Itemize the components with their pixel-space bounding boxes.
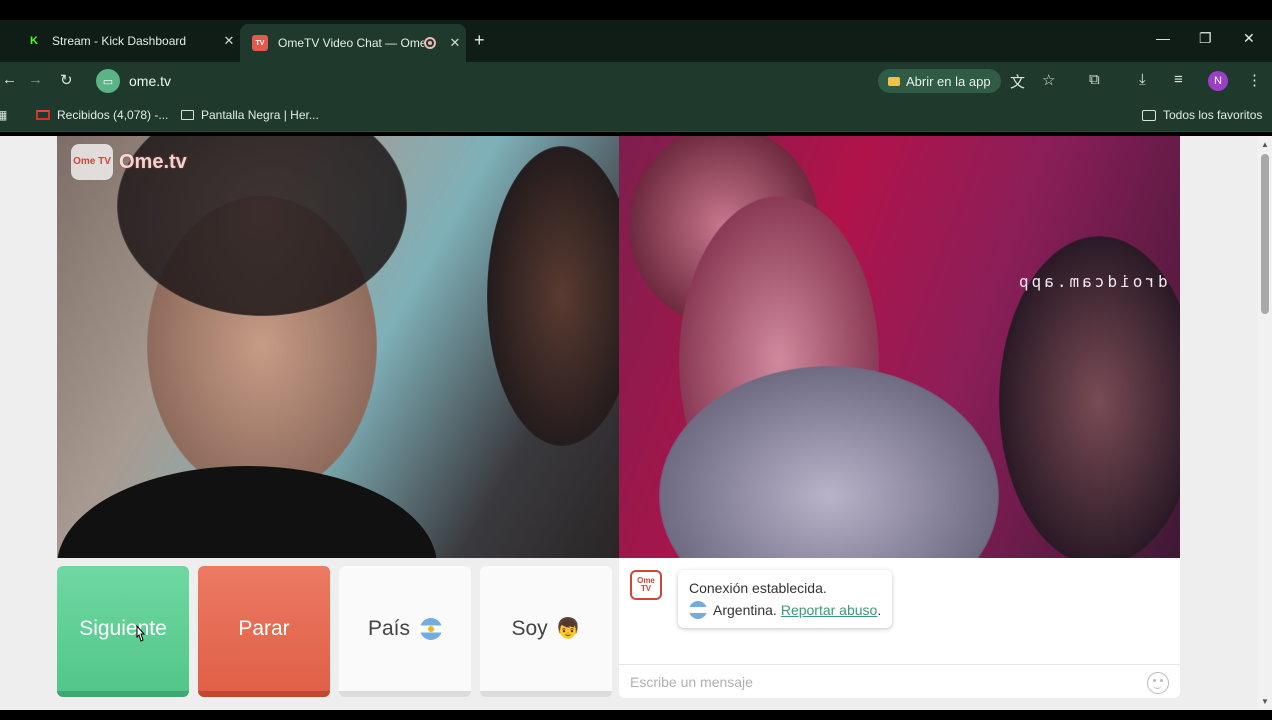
- argentina-flag-icon: [689, 601, 707, 619]
- message-input-row: [619, 664, 1180, 698]
- all-bookmarks-label: Todos los favoritos: [1163, 108, 1263, 122]
- stop-button[interactable]: Parar: [198, 566, 330, 697]
- stop-button-label: Parar: [238, 616, 290, 640]
- tab-ometv[interactable]: TV OmeTV Video Chat — Ome ✕: [240, 24, 466, 62]
- gmail-icon: [36, 110, 50, 120]
- back-arrow-icon[interactable]: ←: [2, 71, 17, 88]
- scroll-down-icon[interactable]: ▼: [1261, 697, 1269, 706]
- mouse-pointer-icon: [136, 625, 146, 642]
- emoji-icon[interactable]: [1147, 672, 1169, 694]
- second-person-shape: [487, 146, 619, 446]
- bookmarks-bar: ▦ Recibidos (4,078) -... Pantalla Negra …: [0, 100, 1272, 132]
- scroll-thumb[interactable]: [1261, 154, 1269, 314]
- partner-country-text: Argentina.: [713, 602, 777, 618]
- restore-icon[interactable]: ❐: [1199, 30, 1212, 47]
- window-close-icon[interactable]: ✕: [1243, 30, 1255, 47]
- chat-panel: Ome TV Conexión establecida. Argentina. …: [619, 558, 1180, 698]
- browser-title-bar: K Stream - Kick Dashboard ✕ TV OmeTV Vid…: [0, 0, 1272, 62]
- remote-video: droidcam.app: [619, 136, 1180, 558]
- close-icon[interactable]: ✕: [218, 33, 240, 49]
- site-info-icon[interactable]: ▭: [96, 69, 120, 93]
- folder-icon: [1142, 109, 1156, 121]
- message-input[interactable]: [630, 673, 1130, 690]
- open-in-app-label: Abrir en la app: [906, 73, 991, 89]
- dark-foreground-shape: [57, 466, 437, 558]
- bookmark-label: Pantalla Negra | Her...: [201, 108, 319, 122]
- tab-title: OmeTV Video Chat — Ome: [278, 36, 424, 50]
- report-suffix: .: [877, 602, 882, 618]
- ometv-chat-logo-icon: Ome TV: [630, 570, 662, 600]
- connection-status-text: Conexión establecida.: [689, 580, 827, 596]
- screen-top-strip: [0, 0, 1272, 20]
- country-button-label: País: [367, 616, 411, 640]
- forward-arrow-icon[interactable]: →: [28, 71, 43, 88]
- new-tab-plus-icon[interactable]: +: [474, 30, 485, 51]
- next-button[interactable]: Siguiente: [57, 566, 189, 697]
- close-icon[interactable]: ✕: [444, 35, 466, 51]
- tab-title: Stream - Kick Dashboard: [52, 34, 187, 48]
- country-button[interactable]: País: [339, 566, 471, 697]
- next-button-label: Siguiente: [79, 616, 167, 640]
- all-bookmarks-button[interactable]: Todos los favoritos: [1142, 108, 1262, 122]
- reload-icon[interactable]: ↻: [60, 71, 73, 89]
- tv-logo-icon: Ome TV: [71, 144, 113, 180]
- translate-icon[interactable]: 文: [1010, 71, 1025, 92]
- screen-icon: [181, 110, 194, 120]
- gender-button[interactable]: Soy 👦: [480, 566, 612, 697]
- bookmark-gmail[interactable]: Recibidos (4,078) -...: [36, 108, 168, 122]
- app-icon: [888, 76, 900, 86]
- ometv-favicon-icon: TV: [252, 35, 268, 51]
- minimize-icon[interactable]: —: [1156, 30, 1170, 46]
- menu-kebab-icon[interactable]: ⋮: [1247, 71, 1262, 89]
- tab-kick-dashboard[interactable]: K Stream - Kick Dashboard ✕: [14, 24, 240, 58]
- open-in-app-button[interactable]: Abrir en la app: [878, 69, 1001, 93]
- local-video: Ome TV Ome.tv: [57, 136, 619, 558]
- scroll-up-icon[interactable]: ▲: [1261, 140, 1269, 149]
- media-control-icon[interactable]: ≡: [1174, 71, 1183, 88]
- bookmark-label: Recibidos (4,078) -...: [57, 108, 169, 122]
- star-icon[interactable]: ☆: [1042, 71, 1055, 89]
- url-text[interactable]: ome.tv: [129, 73, 171, 89]
- gender-button-label: Soy: [511, 616, 548, 640]
- extensions-icon[interactable]: ⧉: [1089, 71, 1100, 88]
- ometv-logo: Ome TV Ome.tv: [71, 144, 187, 180]
- kick-favicon-icon: K: [30, 35, 38, 47]
- bookmark-pantalla-negra[interactable]: Pantalla Negra | Her...: [181, 108, 319, 122]
- ometv-page: Ome TV Ome.tv droidcam.app Siguiente Par…: [0, 136, 1258, 710]
- download-icon[interactable]: ⤓: [1139, 71, 1146, 88]
- address-bar-row: ← → ↻ ▭ ome.tv Abrir en la app 文 ☆ ⧉ ⤓ ≡…: [0, 62, 1272, 100]
- recording-icon: [424, 37, 436, 49]
- profile-avatar[interactable]: N: [1208, 71, 1228, 91]
- logo-text: Ome.tv: [119, 150, 187, 173]
- droidcam-watermark: droidcam.app: [1016, 272, 1168, 291]
- report-abuse-link[interactable]: Reportar abuso: [781, 599, 878, 621]
- apps-grid-icon[interactable]: ▦: [0, 108, 7, 122]
- page-scrollbar[interactable]: ▲ ▼: [1258, 136, 1272, 710]
- boy-icon: 👦: [555, 618, 581, 640]
- system-message-bubble: Conexión establecida. Argentina. Reporta…: [678, 570, 893, 628]
- argentina-flag-icon: [420, 617, 443, 640]
